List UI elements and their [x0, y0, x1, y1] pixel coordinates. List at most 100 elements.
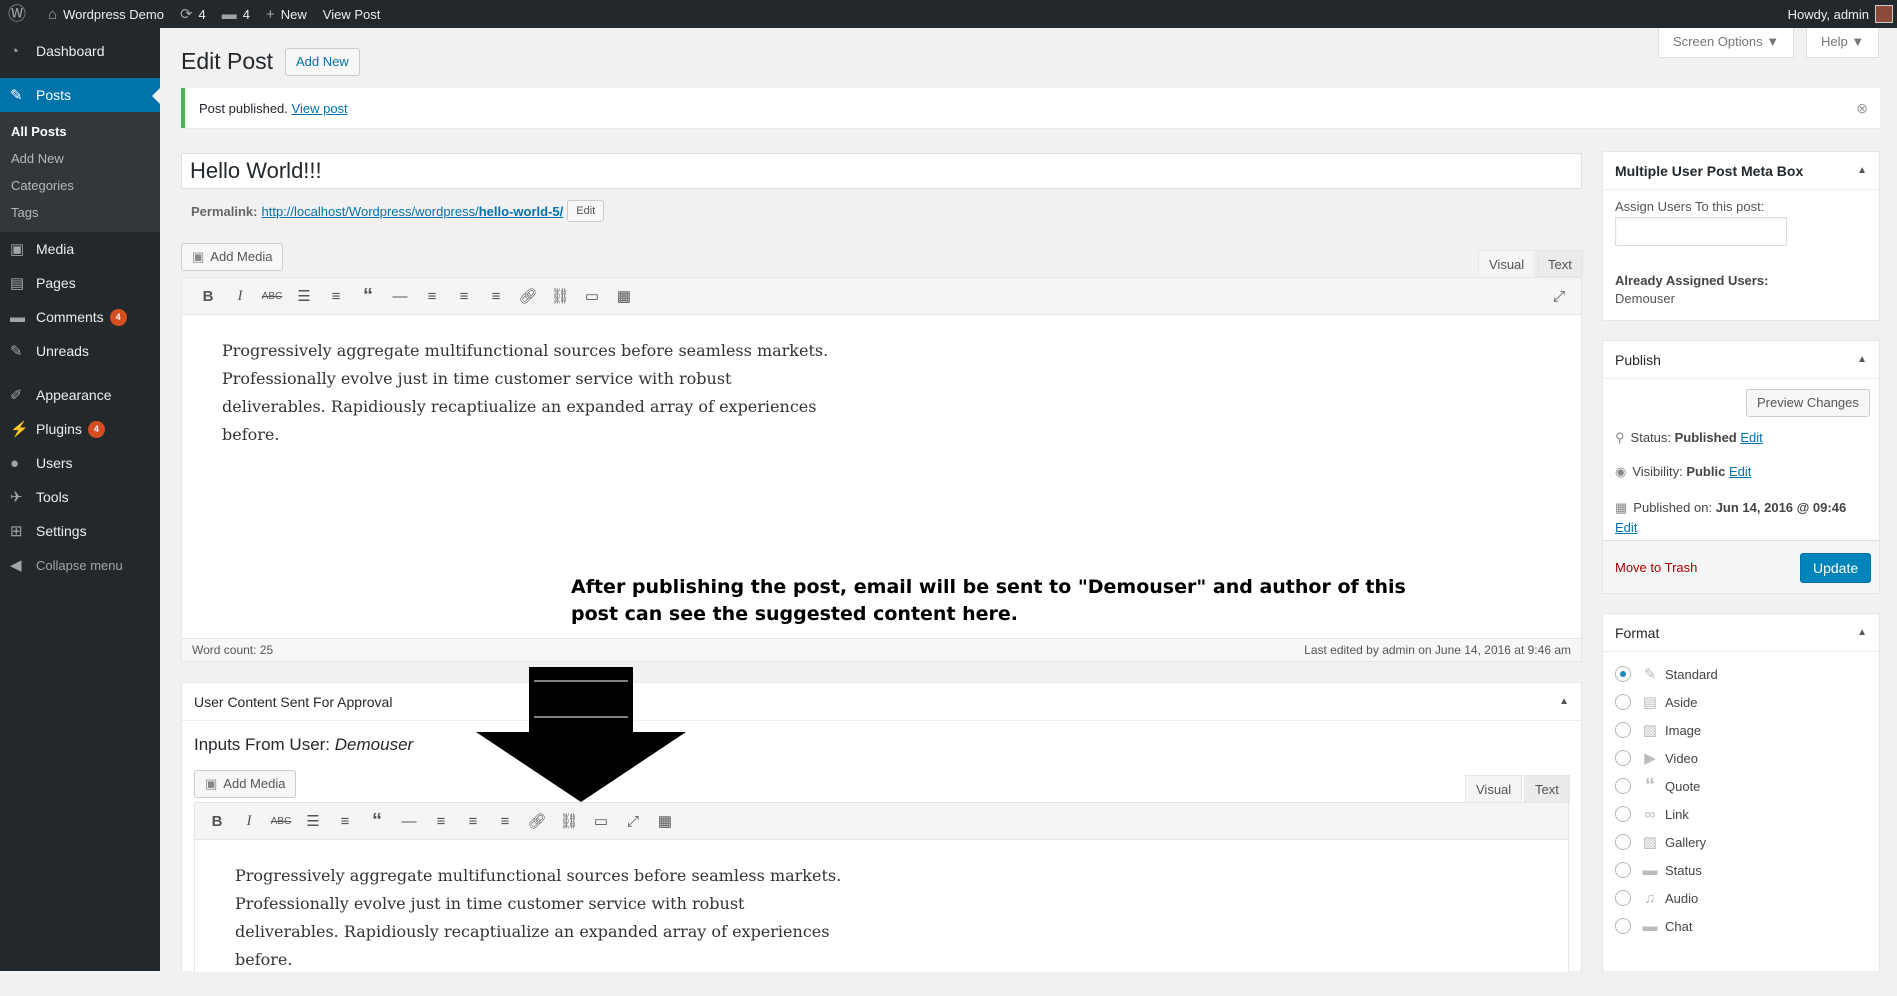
format-option-quote[interactable]: “Quote [1615, 772, 1867, 800]
strikethrough-icon[interactable]: ABC [256, 291, 288, 302]
preview-changes-button[interactable]: Preview Changes [1746, 389, 1870, 417]
sidebar-item-settings[interactable]: ⊞ Settings [0, 514, 160, 548]
unlink-icon[interactable]: ⛓ [553, 812, 585, 830]
align-left-icon[interactable]: ≡ [416, 288, 448, 305]
sidebar-item-dashboard[interactable]: ◔ Dashboard [0, 34, 160, 68]
move-to-trash-link[interactable]: Move to Trash [1615, 560, 1697, 575]
collapse-toggle-icon[interactable]: ▲ [1857, 165, 1867, 176]
sidebar-item-comments[interactable]: ▬ Comments 4 [0, 300, 160, 334]
blockquote-icon[interactable]: “ [361, 810, 393, 833]
format-option-chat[interactable]: ▬ Chat [1615, 912, 1867, 940]
horizontal-line-icon[interactable]: — [393, 813, 425, 830]
add-new-button[interactable]: Add New [285, 48, 360, 76]
sidebar-item-appearance[interactable]: ✐ Appearance [0, 378, 160, 412]
format-option-aside[interactable]: ▤ Aside [1615, 688, 1867, 716]
link-icon[interactable]: 🔗︎ [521, 812, 553, 830]
format-option-audio[interactable]: ♫ Audio [1615, 884, 1867, 912]
wordpress-logo[interactable]: Ⓦ [0, 0, 40, 28]
radio-link[interactable] [1615, 806, 1631, 822]
radio-status[interactable] [1615, 862, 1631, 878]
italic-icon[interactable]: I [233, 813, 265, 830]
sidebar-item-plugins[interactable]: ⚡ Plugins 4 [0, 412, 160, 446]
approval-tab-visual[interactable]: Visual [1465, 775, 1523, 802]
publish-box-header[interactable]: Publish ▲ [1603, 341, 1879, 379]
tab-visual[interactable]: Visual [1478, 250, 1536, 277]
format-option-gallery[interactable]: ▨ Gallery [1615, 828, 1867, 856]
format-option-image[interactable]: ▨ Image [1615, 716, 1867, 744]
sidebar-item-users[interactable]: ● Users [0, 446, 160, 480]
help-button[interactable]: Help ▼ [1806, 28, 1880, 58]
published-edit-link[interactable]: Edit [1615, 520, 1637, 535]
align-center-icon[interactable]: ≡ [448, 288, 480, 305]
format-option-standard[interactable]: ✎ Standard [1615, 660, 1867, 688]
sidebar-item-unreads[interactable]: ✎ Unreads [0, 334, 160, 368]
radio-standard[interactable] [1615, 666, 1631, 682]
bullet-list-icon[interactable]: ☰ [297, 812, 329, 830]
radio-chat[interactable] [1615, 918, 1631, 934]
meta-box-header[interactable]: Multiple User Post Meta Box ▲ [1603, 152, 1879, 190]
format-option-link[interactable]: ∞ Link [1615, 800, 1867, 828]
radio-gallery[interactable] [1615, 834, 1631, 850]
fullscreen-icon[interactable]: ⤢ [1543, 288, 1575, 305]
radio-quote[interactable] [1615, 778, 1631, 794]
collapse-toggle-icon[interactable]: ▲ [1857, 354, 1867, 365]
status-edit-link[interactable]: Edit [1740, 430, 1762, 445]
view-post-link[interactable]: View Post [315, 0, 389, 28]
align-left-icon[interactable]: ≡ [425, 813, 457, 830]
site-name-link[interactable]: ⌂ Wordpress Demo [40, 0, 172, 28]
screen-options-button[interactable]: Screen Options ▼ [1658, 28, 1795, 58]
comments-link[interactable]: ▬ 4 [214, 0, 258, 28]
post-title-input[interactable]: Hello World!!! [181, 153, 1582, 189]
assign-users-input[interactable] [1615, 217, 1787, 246]
view-post-link[interactable]: View post [292, 101, 348, 116]
read-more-icon[interactable]: ▭ [585, 812, 617, 830]
italic-icon[interactable]: I [224, 288, 256, 305]
dismiss-icon[interactable]: ⊗ [1856, 100, 1868, 117]
collapse-menu-button[interactable]: ◀ Collapse menu [0, 548, 160, 582]
approval-editor-content[interactable]: Progressively aggregate multifunctional … [195, 840, 1568, 996]
updates-link[interactable]: ⟳ 4 [172, 0, 214, 28]
permalink-edit-button[interactable]: Edit [567, 200, 605, 222]
bold-icon[interactable]: B [192, 288, 224, 305]
my-account[interactable]: Howdy, admin [1780, 0, 1897, 28]
format-option-video[interactable]: ▶ Video [1615, 744, 1867, 772]
approval-add-media-button[interactable]: ▣ Add Media [194, 770, 297, 798]
visibility-edit-link[interactable]: Edit [1729, 464, 1751, 479]
radio-image[interactable] [1615, 722, 1631, 738]
sidebar-item-tools[interactable]: ✈ Tools [0, 480, 160, 514]
unlink-icon[interactable]: ⛓ [544, 287, 576, 305]
collapse-toggle-icon[interactable]: ▲ [1559, 696, 1569, 707]
numbered-list-icon[interactable]: ≡ [329, 813, 361, 830]
toolbar-toggle-icon[interactable]: ▦ [649, 812, 681, 830]
sidebar-item-pages[interactable]: ▤ Pages [0, 266, 160, 300]
sidebar-subitem-tags[interactable]: Tags [0, 199, 160, 226]
read-more-icon[interactable]: ▭ [576, 287, 608, 305]
align-right-icon[interactable]: ≡ [480, 288, 512, 305]
sidebar-item-media[interactable]: ▣ Media [0, 232, 160, 266]
format-option-status[interactable]: ▬ Status [1615, 856, 1867, 884]
tab-text[interactable]: Text [1537, 250, 1583, 277]
sidebar-subitem-all-posts[interactable]: All Posts [0, 118, 160, 145]
radio-aside[interactable] [1615, 694, 1631, 710]
format-box-header[interactable]: Format ▲ [1603, 614, 1879, 652]
sidebar-subitem-add-new[interactable]: Add New [0, 145, 160, 172]
radio-video[interactable] [1615, 750, 1631, 766]
bullet-list-icon[interactable]: ☰ [288, 287, 320, 305]
strikethrough-icon[interactable]: ABC [265, 816, 297, 827]
sidebar-item-posts[interactable]: ✎ Posts [0, 78, 160, 112]
sidebar-subitem-categories[interactable]: Categories [0, 172, 160, 199]
approval-tab-text[interactable]: Text [1524, 775, 1570, 802]
fullscreen-icon[interactable]: ⤢ [617, 813, 649, 830]
horizontal-line-icon[interactable]: — [384, 288, 416, 305]
approval-box-header[interactable]: User Content Sent For Approval ▲ [182, 683, 1581, 721]
numbered-list-icon[interactable]: ≡ [320, 288, 352, 305]
update-button[interactable]: Update [1800, 553, 1872, 583]
blockquote-icon[interactable]: “ [352, 285, 384, 308]
align-center-icon[interactable]: ≡ [457, 813, 489, 830]
align-right-icon[interactable]: ≡ [489, 813, 521, 830]
editor-content[interactable]: Progressively aggregate multifunctional … [182, 315, 1581, 471]
permalink-link[interactable]: http://localhost/Wordpress/wordpress/hel… [261, 204, 563, 219]
new-content-link[interactable]: + New [258, 0, 315, 28]
add-media-button[interactable]: ▣ Add Media [181, 243, 284, 271]
radio-audio[interactable] [1615, 890, 1631, 906]
